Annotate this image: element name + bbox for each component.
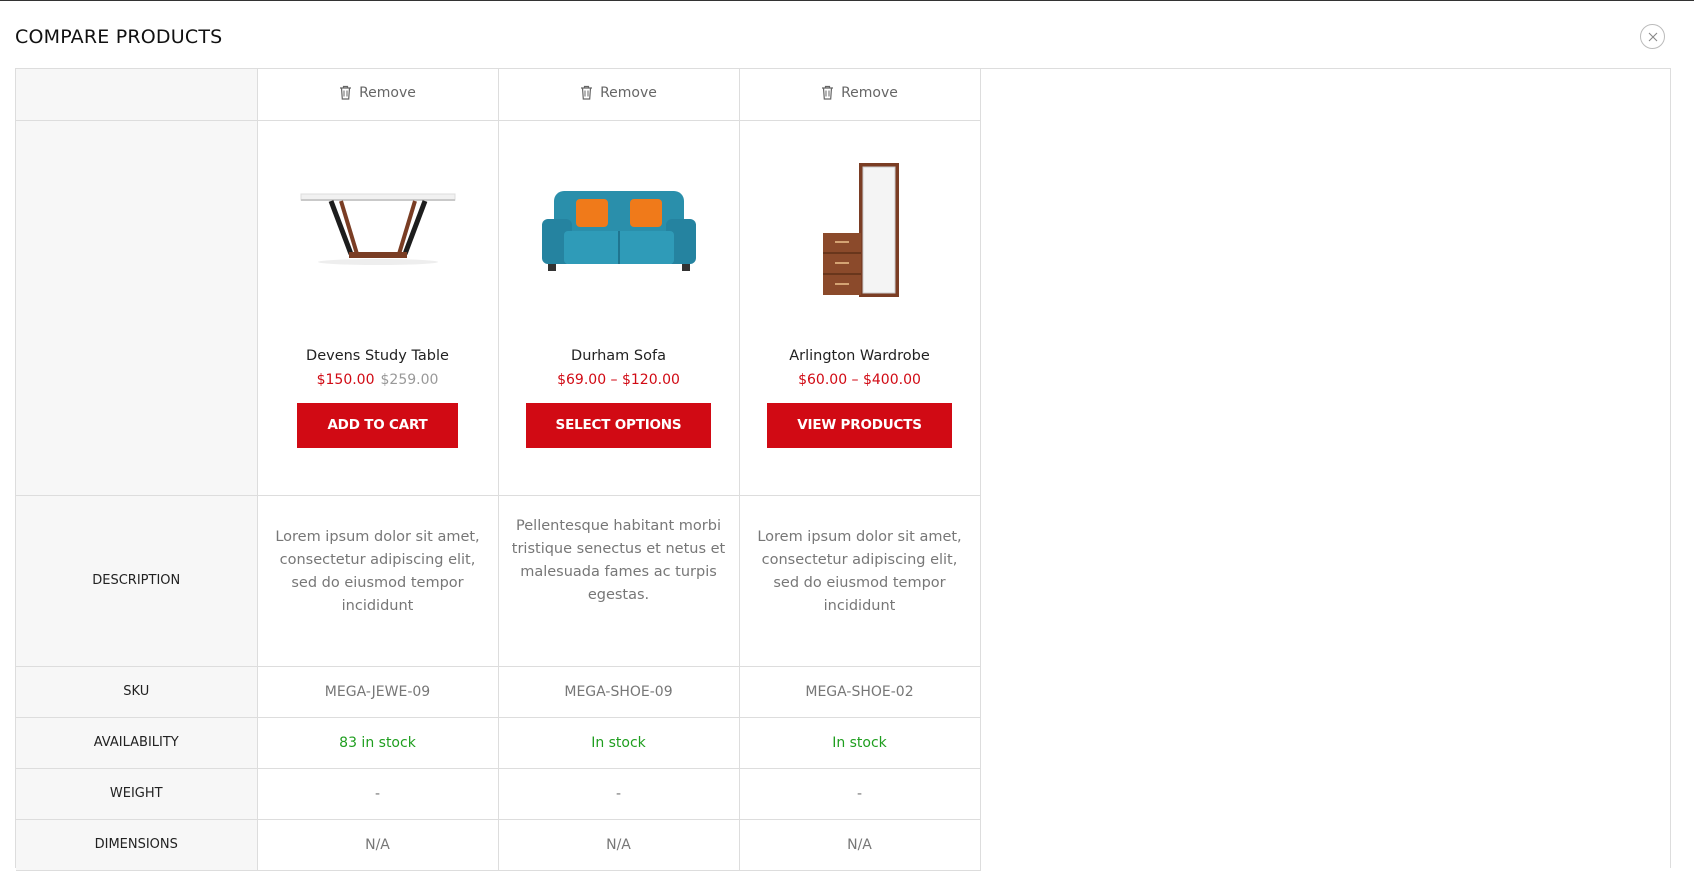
sku-value: MEGA-SHOE-02 <box>739 666 981 718</box>
view-products-button[interactable]: VIEW PRODUCTS <box>767 402 952 448</box>
availability-row: AVAILABILITY 83 in stock In stock In sto… <box>16 717 981 769</box>
sale-price: $69.00 – $120.00 <box>557 371 680 388</box>
product-image-study-table[interactable] <box>278 129 478 329</box>
dimensions-label: DIMENSIONS <box>16 819 258 871</box>
sale-price: $60.00 – $400.00 <box>798 371 921 388</box>
remove-cell: Remove <box>257 69 499 121</box>
product-price: $150.00 $259.00 <box>258 372 498 388</box>
remove-button[interactable]: Remove <box>821 85 898 101</box>
remove-cell: Remove <box>739 69 981 121</box>
page-title: COMPARE PRODUCTS <box>15 26 223 48</box>
description-cell: Lorem ipsum dolor sit amet, consectetur … <box>257 495 499 667</box>
old-price: $259.00 <box>380 371 439 388</box>
product-name[interactable]: Arlington Wardrobe <box>740 348 980 364</box>
product-price: $60.00 – $400.00 <box>740 372 980 388</box>
description-cell: Lorem ipsum dolor sit amet, consectetur … <box>739 495 981 667</box>
availability-value: 83 in stock <box>257 717 499 769</box>
top-border <box>0 0 1694 1</box>
product-image-wardrobe[interactable] <box>760 129 960 329</box>
availability-value: In stock <box>739 717 981 769</box>
trash-icon <box>822 85 834 100</box>
sku-label: SKU <box>16 666 258 718</box>
trash-icon <box>340 85 352 100</box>
remove-button[interactable]: Remove <box>339 85 416 101</box>
sale-price: $150.00 <box>316 371 375 388</box>
product-cell: Arlington Wardrobe $60.00 – $400.00 VIEW… <box>739 120 981 496</box>
dimensions-value: N/A <box>739 819 981 871</box>
product-cell: Durham Sofa $69.00 – $120.00 SELECT OPTI… <box>498 120 740 496</box>
dimensions-row: DIMENSIONS N/A N/A N/A <box>16 819 981 871</box>
product-name[interactable]: Devens Study Table <box>258 348 498 364</box>
close-icon <box>1648 32 1657 41</box>
product-image-sofa[interactable] <box>519 129 719 329</box>
wardrobe-image <box>822 162 899 297</box>
remove-label: Remove <box>359 84 416 101</box>
description-label: DESCRIPTION <box>16 495 258 667</box>
product-description: Lorem ipsum dolor sit amet, consectetur … <box>757 528 962 614</box>
sku-value: MEGA-SHOE-09 <box>498 666 740 718</box>
weight-row: WEIGHT - - - <box>16 768 981 820</box>
compare-header: COMPARE PRODUCTS <box>15 22 1679 52</box>
remove-row: Remove Remove Remove <box>16 69 981 121</box>
product-row: Devens Study Table $150.00 $259.00 ADD TO… <box>16 120 981 496</box>
product-price: $69.00 – $120.00 <box>499 372 739 388</box>
weight-label: WEIGHT <box>16 768 258 820</box>
close-button[interactable] <box>1640 24 1665 49</box>
product-name[interactable]: Durham Sofa <box>499 348 739 364</box>
select-options-button[interactable]: SELECT OPTIONS <box>525 402 712 448</box>
description-row: DESCRIPTION Lorem ipsum dolor sit amet, … <box>16 495 981 667</box>
product-cell: Devens Study Table $150.00 $259.00 ADD TO… <box>257 120 499 496</box>
sku-value: MEGA-JEWE-09 <box>257 666 499 718</box>
compare-table: Remove Remove Remove Devens Study Table … <box>15 68 1671 871</box>
weight-value: - <box>257 768 499 820</box>
dimensions-value: N/A <box>498 819 740 871</box>
product-description: Pellentesque habitant morbi tristique se… <box>511 517 726 603</box>
remove-label: Remove <box>600 84 657 101</box>
sku-row: SKU MEGA-JEWE-09 MEGA-SHOE-09 MEGA-SHOE-… <box>16 666 981 718</box>
remove-label: Remove <box>841 84 898 101</box>
product-description: Lorem ipsum dolor sit amet, consectetur … <box>275 528 480 614</box>
empty-label-cell <box>16 120 258 496</box>
study-table-image <box>300 193 455 265</box>
remove-cell: Remove <box>498 69 740 121</box>
availability-label: AVAILABILITY <box>16 717 258 769</box>
remove-button[interactable]: Remove <box>580 85 657 101</box>
availability-value: In stock <box>498 717 740 769</box>
empty-label-cell <box>16 69 258 121</box>
trash-icon <box>581 85 593 100</box>
sofa-image <box>541 190 696 271</box>
weight-value: - <box>739 768 981 820</box>
weight-value: - <box>498 768 740 820</box>
dimensions-value: N/A <box>257 819 499 871</box>
description-cell: Pellentesque habitant morbi tristique se… <box>498 495 740 667</box>
add-to-cart-button[interactable]: ADD TO CART <box>297 402 458 448</box>
